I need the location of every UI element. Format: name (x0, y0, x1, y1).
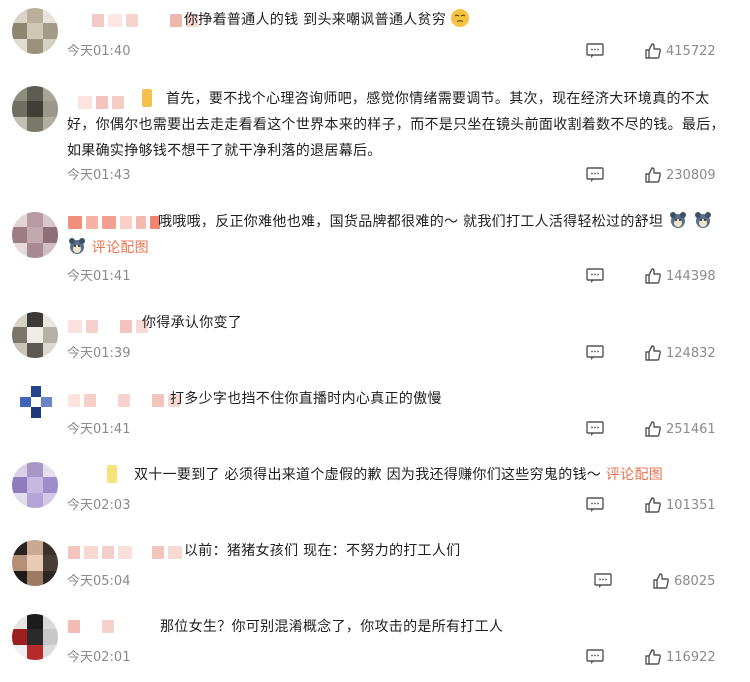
username[interactable] (68, 620, 114, 633)
like-count: 230809 (666, 168, 716, 183)
comment-time: 今天02:01 (67, 650, 131, 665)
comment-time: 今天01:43 (67, 168, 131, 183)
avatar[interactable] (12, 540, 58, 586)
like-icon[interactable] (644, 496, 662, 514)
like-icon[interactable] (644, 166, 662, 184)
comment-text: 你得承认你变了 (142, 315, 243, 331)
comment-text: 打多少字也挡不住你直播时内心真正的傲慢 (170, 391, 442, 407)
comment-time: 今天02:03 (67, 498, 131, 513)
avatar[interactable] (20, 386, 52, 418)
username[interactable] (68, 216, 160, 229)
comment-image-link-row: 评论配图 (67, 235, 149, 261)
comment-image-link[interactable]: 评论配图 (92, 240, 149, 256)
like-icon[interactable] (644, 344, 662, 362)
avatar[interactable] (12, 8, 58, 54)
like-icon[interactable] (644, 42, 662, 60)
comment-image-link[interactable]: 评论配图 (606, 467, 663, 483)
avatar[interactable] (12, 86, 58, 132)
comment-text: 以前：猪猪女孩们 现在：不努力的打工人们 (184, 543, 461, 559)
avatar[interactable] (12, 614, 58, 660)
comment-icon[interactable] (594, 573, 612, 589)
comment-icon[interactable] (586, 43, 604, 59)
like-icon[interactable] (644, 420, 662, 438)
comment-time: 今天01:41 (67, 422, 131, 437)
like-icon[interactable] (644, 648, 662, 666)
comment-icon[interactable] (586, 649, 604, 665)
like-count: 124832 (666, 346, 716, 361)
comment-time: 今天01:41 (67, 269, 131, 284)
username[interactable] (78, 96, 124, 109)
user-badge (107, 465, 117, 483)
like-count: 68025 (674, 574, 716, 589)
comment-text: 那位女生？你可别混淆概念了，你攻击的是所有打工人 (160, 619, 504, 635)
username[interactable] (68, 320, 148, 333)
comment-icon[interactable] (586, 345, 604, 361)
comment-icon[interactable] (586, 268, 604, 284)
comment-time: 今天01:40 (67, 44, 131, 59)
username[interactable] (92, 14, 198, 27)
comment-icon[interactable] (586, 497, 604, 513)
comment-icon[interactable] (586, 421, 604, 437)
username[interactable] (68, 394, 180, 407)
comment-text: 首先，要不找个心理咨询师吧，感觉你情绪需要调节。其次，现在经济大环境真的不太 (166, 91, 710, 107)
like-count: 144398 (666, 269, 716, 284)
avatar[interactable] (12, 212, 58, 258)
comment-text: 你挣着普通人的钱 到头来嘲讽普通人贫穷 (184, 7, 469, 33)
username[interactable] (68, 546, 182, 559)
avatar[interactable] (12, 462, 58, 508)
comment-time: 今天05:04 (67, 574, 131, 589)
like-icon[interactable] (652, 572, 670, 590)
like-count: 116922 (666, 650, 716, 665)
avatar[interactable] (12, 312, 58, 358)
comment-time: 今天01:39 (67, 346, 131, 361)
comment-icon[interactable] (586, 167, 604, 183)
comment-text-continued: 好，你偶尔也需要出去走走看看这个世界本来的样子，而不是只坐在镜头前面收割着数不尽… (67, 117, 725, 159)
like-count: 251461 (666, 422, 716, 437)
sticker-emoji (67, 236, 87, 256)
sticker-emoji (668, 210, 688, 230)
like-icon[interactable] (644, 267, 662, 285)
sticker-emoji (693, 210, 713, 230)
like-count: 101351 (666, 498, 716, 513)
comment-text: 哦哦哦，反正你难他也难，国货品牌都很难的～ 就我们打工人活得轻松过的舒坦 (158, 209, 713, 235)
user-badge (142, 89, 152, 107)
like-count: 415722 (666, 44, 716, 59)
smirk-face-emoji (450, 9, 469, 27)
comment-text: 双十一要到了 必须得出来道个虚假的歉 因为我还得赚你们这些穷鬼的钱～ 评论配图 (134, 467, 664, 483)
